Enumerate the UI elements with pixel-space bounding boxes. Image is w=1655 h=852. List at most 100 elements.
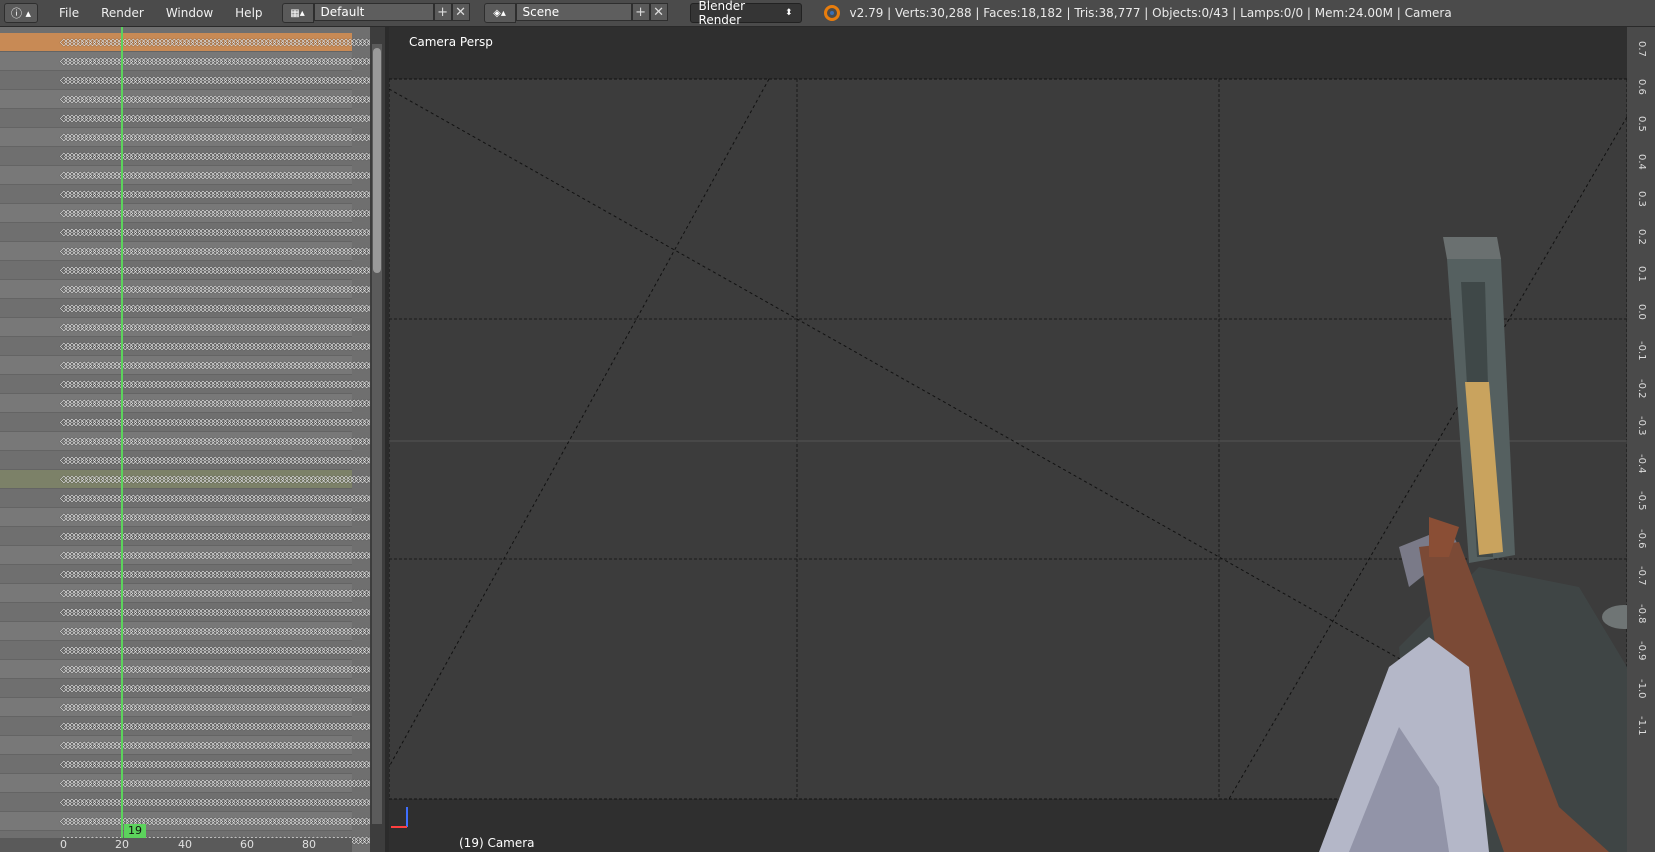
channel-row[interactable]: ◇◇◇◇◇◇◇◇◇◇◇◇◇◇◇◇◇◇◇◇◇◇◇◇◇◇◇◇◇◇◇◇◇◇◇◇◇◇◇◇… bbox=[0, 375, 370, 394]
channel-row[interactable]: ◇◇◇◇◇◇◇◇◇◇◇◇◇◇◇◇◇◇◇◇◇◇◇◇◇◇◇◇◇◇◇◇◇◇◇◇◇◇◇◇… bbox=[0, 432, 370, 451]
keyframes[interactable]: ◇◇◇◇◇◇◇◇◇◇◇◇◇◇◇◇◇◇◇◇◇◇◇◇◇◇◇◇◇◇◇◇◇◇◇◇◇◇◇◇… bbox=[60, 626, 370, 637]
keyframes[interactable]: ◇◇◇◇◇◇◇◇◇◇◇◇◇◇◇◇◇◇◇◇◇◇◇◇◇◇◇◇◇◇◇◇◇◇◇◇◇◇◇◇… bbox=[60, 607, 370, 618]
channel-row[interactable]: ◇◇◇◇◇◇◇◇◇◇◇◇◇◇◇◇◇◇◇◇◇◇◇◇◇◇◇◇◇◇◇◇◇◇◇◇◇◇◇◇… bbox=[0, 489, 370, 508]
layout-dropdown[interactable]: ▦▴ bbox=[281, 3, 314, 23]
channel-row[interactable]: ◇◇◇◇◇◇◇◇◇◇◇◇◇◇◇◇◇◇◇◇◇◇◇◇◇◇◇◇◇◇◇◇◇◇◇◇◇◇◇◇… bbox=[0, 71, 370, 90]
channel-row[interactable]: ◇◇◇◇◇◇◇◇◇◇◇◇◇◇◇◇◇◇◇◇◇◇◇◇◇◇◇◇◇◇◇◇◇◇◇◇◇◇◇◇… bbox=[0, 299, 370, 318]
keyframes[interactable]: ◇◇◇◇◇◇◇◇◇◇◇◇◇◇◇◇◇◇◇◇◇◇◇◇◇◇◇◇◇◇◇◇◇◇◇◇◇◇◇◇… bbox=[60, 569, 370, 580]
channel-row[interactable]: ◇◇◇◇◇◇◇◇◇◇◇◇◇◇◇◇◇◇◇◇◇◇◇◇◇◇◇◇◇◇◇◇◇◇◇◇◇◇◇◇… bbox=[0, 166, 370, 185]
keyframes[interactable]: ◇◇◇◇◇◇◇◇◇◇◇◇◇◇◇◇◇◇◇◇◇◇◇◇◇◇◇◇◇◇◇◇◇◇◇◇◇◇◇◇… bbox=[60, 170, 370, 181]
keyframes[interactable]: ◇◇◇◇◇◇◇◇◇◇◇◇◇◇◇◇◇◇◇◇◇◇◇◇◇◇◇◇◇◇◇◇◇◇◇◇◇◇◇◇… bbox=[60, 683, 370, 694]
channel-row[interactable]: ◇◇◇◇◇◇◇◇◇◇◇◇◇◇◇◇◇◇◇◇◇◇◇◇◇◇◇◇◇◇◇◇◇◇◇◇◇◇◇◇… bbox=[0, 242, 370, 261]
channel-row[interactable]: ◇◇◇◇◇◇◇◇◇◇◇◇◇◇◇◇◇◇◇◇◇◇◇◇◇◇◇◇◇◇◇◇◇◇◇◇◇◇◇◇… bbox=[0, 622, 370, 641]
add-scene-button[interactable]: + bbox=[631, 3, 650, 21]
channel-row[interactable]: ◇◇◇◇◇◇◇◇◇◇◇◇◇◇◇◇◇◇◇◇◇◇◇◇◇◇◇◇◇◇◇◇◇◇◇◇◇◇◇◇… bbox=[0, 109, 370, 128]
channel-row[interactable]: ◇◇◇◇◇◇◇◇◇◇◇◇◇◇◇◇◇◇◇◇◇◇◇◇◇◇◇◇◇◇◇◇◇◇◇◇◇◇◇◇… bbox=[0, 204, 370, 223]
keyframes[interactable]: ◇◇◇◇◇◇◇◇◇◇◇◇◇◇◇◇◇◇◇◇◇◇◇◇◇◇◇◇◇◇◇◇◇◇◇◇◇◇◇◇… bbox=[60, 778, 370, 789]
keyframes[interactable]: ◇◇◇◇◇◇◇◇◇◇◇◇◇◇◇◇◇◇◇◇◇◇◇◇◇◇◇◇◇◇◇◇◇◇◇◇◇◇◇◇… bbox=[60, 417, 370, 428]
channel-row[interactable]: ◇◇◇◇◇◇◇◇◇◇◇◇◇◇◇◇◇◇◇◇◇◇◇◇◇◇◇◇◇◇◇◇◇◇◇◇◇◇◇◇… bbox=[0, 527, 370, 546]
channel-row[interactable]: ◇◇◇◇◇◇◇◇◇◇◇◇◇◇◇◇◇◇◇◇◇◇◇◇◇◇◇◇◇◇◇◇◇◇◇◇◇◇◇◇… bbox=[0, 33, 370, 52]
keyframes[interactable]: ◇◇◇◇◇◇◇◇◇◇◇◇◇◇◇◇◇◇◇◇◇◇◇◇◇◇◇◇◇◇◇◇◇◇◇◇◇◇◇◇… bbox=[60, 56, 370, 67]
channel-row[interactable]: ◇◇◇◇◇◇◇◇◇◇◇◇◇◇◇◇◇◇◇◇◇◇◇◇◇◇◇◇◇◇◇◇◇◇◇◇◇◇◇◇… bbox=[0, 337, 370, 356]
keyframes[interactable]: ◇◇◇◇◇◇◇◇◇◇◇◇◇◇◇◇◇◇◇◇◇◇◇◇◇◇◇◇◇◇◇◇◇◇◇◇◇◇◇◇… bbox=[60, 151, 370, 162]
keyframes[interactable]: ◇◇◇◇◇◇◇◇◇◇◇◇◇◇◇◇◇◇◇◇◇◇◇◇◇◇◇◇◇◇◇◇◇◇◇◇◇◇◇◇… bbox=[60, 208, 370, 219]
channel-row[interactable]: ◇◇◇◇◇◇◇◇◇◇◇◇◇◇◇◇◇◇◇◇◇◇◇◇◇◇◇◇◇◇◇◇◇◇◇◇◇◇◇◇… bbox=[0, 774, 370, 793]
keyframes[interactable]: ◇◇◇◇◇◇◇◇◇◇◇◇◇◇◇◇◇◇◇◇◇◇◇◇◇◇◇◇◇◇◇◇◇◇◇◇◇◇◇◇… bbox=[60, 455, 370, 466]
add-layout-button[interactable]: + bbox=[433, 3, 452, 21]
channel-row[interactable]: ◇◇◇◇◇◇◇◇◇◇◇◇◇◇◇◇◇◇◇◇◇◇◇◇◇◇◇◇◇◇◇◇◇◇◇◇◇◇◇◇… bbox=[0, 755, 370, 774]
menu-file[interactable]: File bbox=[48, 6, 90, 20]
dopesheet-editor[interactable]: ◇◇◇◇◇◇◇◇◇◇◇◇◇◇◇◇◇◇◇◇◇◇◇◇◇◇◇◇◇◇◇◇◇◇◇◇◇◇◇◇… bbox=[0, 27, 370, 852]
delete-scene-button[interactable]: ✕ bbox=[649, 3, 668, 21]
channel-row[interactable]: ◇◇◇◇◇◇◇◇◇◇◇◇◇◇◇◇◇◇◇◇◇◇◇◇◇◇◇◇◇◇◇◇◇◇◇◇◇◇◇◇… bbox=[0, 128, 370, 147]
channel-row[interactable]: ◇◇◇◇◇◇◇◇◇◇◇◇◇◇◇◇◇◇◇◇◇◇◇◇◇◇◇◇◇◇◇◇◇◇◇◇◇◇◇◇… bbox=[0, 394, 370, 413]
channel-row[interactable]: ◇◇◇◇◇◇◇◇◇◇◇◇◇◇◇◇◇◇◇◇◇◇◇◇◇◇◇◇◇◇◇◇◇◇◇◇◇◇◇◇… bbox=[0, 584, 370, 603]
keyframes[interactable]: ◇◇◇◇◇◇◇◇◇◇◇◇◇◇◇◇◇◇◇◇◇◇◇◇◇◇◇◇◇◇◇◇◇◇◇◇◇◇◇◇… bbox=[60, 759, 370, 770]
keyframes[interactable]: ◇◇◇◇◇◇◇◇◇◇◇◇◇◇◇◇◇◇◇◇◇◇◇◇◇◇◇◇◇◇◇◇◇◇◇◇◇◇◇◇… bbox=[60, 265, 370, 276]
channel-row[interactable]: ◇◇◇◇◇◇◇◇◇◇◇◇◇◇◇◇◇◇◇◇◇◇◇◇◇◇◇◇◇◇◇◇◇◇◇◇◇◇◇◇… bbox=[0, 660, 370, 679]
keyframes[interactable]: ◇◇◇◇◇◇◇◇◇◇◇◇◇◇◇◇◇◇◇◇◇◇◇◇◇◇◇◇◇◇◇◇◇◇◇◇◇◇◇◇… bbox=[60, 721, 370, 732]
channel-row[interactable]: ◇◇◇◇◇◇◇◇◇◇◇◇◇◇◇◇◇◇◇◇◇◇◇◇◇◇◇◇◇◇◇◇◇◇◇◇◇◇◇◇… bbox=[0, 793, 370, 812]
channel-row[interactable]: ◇◇◇◇◇◇◇◇◇◇◇◇◇◇◇◇◇◇◇◇◇◇◇◇◇◇◇◇◇◇◇◇◇◇◇◇◇◇◇◇… bbox=[0, 52, 370, 71]
keyframes[interactable]: ◇◇◇◇◇◇◇◇◇◇◇◇◇◇◇◇◇◇◇◇◇◇◇◇◇◇◇◇◇◇◇◇◇◇◇◇◇◇◇◇… bbox=[60, 664, 370, 675]
keyframes[interactable]: ◇◇◇◇◇◇◇◇◇◇◇◇◇◇◇◇◇◇◇◇◇◇◇◇◇◇◇◇◇◇◇◇◇◇◇◇◇◇◇◇… bbox=[60, 75, 370, 86]
channel-row[interactable]: ◇◇◇◇◇◇◇◇◇◇◇◇◇◇◇◇◇◇◇◇◇◇◇◇◇◇◇◇◇◇◇◇◇◇◇◇◇◇◇◇… bbox=[0, 717, 370, 736]
keyframes[interactable]: ◇◇◇◇◇◇◇◇◇◇◇◇◇◇◇◇◇◇◇◇◇◇◇◇◇◇◇◇◇◇◇◇◇◇◇◇◇◇◇◇… bbox=[60, 740, 370, 751]
keyframes[interactable]: ◇◇◇◇◇◇◇◇◇◇◇◇◇◇◇◇◇◇◇◇◇◇◇◇◇◇◇◇◇◇◇◇◇◇◇◇◇◇◇◇… bbox=[60, 797, 370, 808]
keyframes[interactable]: ◇◇◇◇◇◇◇◇◇◇◇◇◇◇◇◇◇◇◇◇◇◇◇◇◇◇◇◇◇◇◇◇◇◇◇◇◇◇◇◇… bbox=[60, 588, 370, 599]
scene-dropdown[interactable]: ◈▴ bbox=[483, 3, 516, 23]
keyframes[interactable]: ◇◇◇◇◇◇◇◇◇◇◇◇◇◇◇◇◇◇◇◇◇◇◇◇◇◇◇◇◇◇◇◇◇◇◇◇◇◇◇◇… bbox=[60, 360, 370, 371]
3d-viewport[interactable]: Camera Persp (19) Camera bbox=[389, 27, 1627, 852]
menu-help[interactable]: Help bbox=[224, 6, 273, 20]
channel-row[interactable]: ◇◇◇◇◇◇◇◇◇◇◇◇◇◇◇◇◇◇◇◇◇◇◇◇◇◇◇◇◇◇◇◇◇◇◇◇◇◇◇◇… bbox=[0, 451, 370, 470]
delete-layout-button[interactable]: ✕ bbox=[451, 3, 470, 21]
playhead[interactable] bbox=[121, 27, 123, 842]
keyframes[interactable]: ◇◇◇◇◇◇◇◇◇◇◇◇◇◇◇◇◇◇◇◇◇◇◇◇◇◇◇◇◇◇◇◇◇◇◇◇◇◇◇◇… bbox=[60, 94, 370, 105]
keyframes[interactable]: ◇◇◇◇◇◇◇◇◇◇◇◇◇◇◇◇◇◇◇◇◇◇◇◇◇◇◇◇◇◇◇◇◇◇◇◇◇◇◇◇… bbox=[60, 816, 370, 827]
keyframes[interactable]: ◇◇◇◇◇◇◇◇◇◇◇◇◇◇◇◇◇◇◇◇◇◇◇◇◇◇◇◇◇◇◇◇◇◇◇◇◇◇◇◇… bbox=[60, 398, 370, 409]
channel-row[interactable]: ◇◇◇◇◇◇◇◇◇◇◇◇◇◇◇◇◇◇◇◇◇◇◇◇◇◇◇◇◇◇◇◇◇◇◇◇◇◇◇◇… bbox=[0, 508, 370, 527]
keyframes[interactable]: ◇◇◇◇◇◇◇◇◇◇◇◇◇◇◇◇◇◇◇◇◇◇◇◇◇◇◇◇◇◇◇◇◇◇◇◇◇◇◇◇… bbox=[60, 132, 370, 143]
channel-row[interactable]: ◇◇◇◇◇◇◇◇◇◇◇◇◇◇◇◇◇◇◇◇◇◇◇◇◇◇◇◇◇◇◇◇◇◇◇◇◇◇◇◇… bbox=[0, 90, 370, 109]
keyframes[interactable]: ◇◇◇◇◇◇◇◇◇◇◇◇◇◇◇◇◇◇◇◇◇◇◇◇◇◇◇◇◇◇◇◇◇◇◇◇◇◇◇◇… bbox=[60, 474, 370, 485]
channel-row[interactable]: ◇◇◇◇◇◇◇◇◇◇◇◇◇◇◇◇◇◇◇◇◇◇◇◇◇◇◇◇◇◇◇◇◇◇◇◇◇◇◇◇… bbox=[0, 812, 370, 831]
channel-row[interactable]: ◇◇◇◇◇◇◇◇◇◇◇◇◇◇◇◇◇◇◇◇◇◇◇◇◇◇◇◇◇◇◇◇◇◇◇◇◇◇◇◇… bbox=[0, 185, 370, 204]
keyframes[interactable]: ◇◇◇◇◇◇◇◇◇◇◇◇◇◇◇◇◇◇◇◇◇◇◇◇◇◇◇◇◇◇◇◇◇◇◇◇◇◇◇◇… bbox=[60, 379, 370, 390]
channel-row[interactable]: ◇◇◇◇◇◇◇◇◇◇◇◇◇◇◇◇◇◇◇◇◇◇◇◇◇◇◇◇◇◇◇◇◇◇◇◇◇◇◇◇… bbox=[0, 546, 370, 565]
scene-name-field[interactable]: Scene bbox=[515, 3, 632, 21]
keyframes[interactable]: ◇◇◇◇◇◇◇◇◇◇◇◇◇◇◇◇◇◇◇◇◇◇◇◇◇◇◇◇◇◇◇◇◇◇◇◇◇◇◇◇… bbox=[60, 550, 370, 561]
keyframes[interactable]: ◇◇◇◇◇◇◇◇◇◇◇◇◇◇◇◇◇◇◇◇◇◇◇◇◇◇◇◇◇◇◇◇◇◇◇◇◇◇◇◇… bbox=[60, 284, 370, 295]
channel-row[interactable]: ◇◇◇◇◇◇◇◇◇◇◇◇◇◇◇◇◇◇◇◇◇◇◇◇◇◇◇◇◇◇◇◇◇◇◇◇◇◇◇◇… bbox=[0, 470, 370, 489]
keyframes[interactable]: ◇◇◇◇◇◇◇◇◇◇◇◇◇◇◇◇◇◇◇◇◇◇◇◇◇◇◇◇◇◇◇◇◇◇◇◇◇◇◇◇… bbox=[60, 322, 370, 333]
keyframes[interactable]: ◇◇◇◇◇◇◇◇◇◇◇◇◇◇◇◇◇◇◇◇◇◇◇◇◇◇◇◇◇◇◇◇◇◇◇◇◇◇◇◇… bbox=[60, 113, 370, 124]
keyframes[interactable]: ◇◇◇◇◇◇◇◇◇◇◇◇◇◇◇◇◇◇◇◇◇◇◇◇◇◇◇◇◇◇◇◇◇◇◇◇◇◇◇◇… bbox=[60, 531, 370, 542]
layout-name-field[interactable]: Default bbox=[313, 3, 434, 21]
channel-row[interactable]: ◇◇◇◇◇◇◇◇◇◇◇◇◇◇◇◇◇◇◇◇◇◇◇◇◇◇◇◇◇◇◇◇◇◇◇◇◇◇◇◇… bbox=[0, 736, 370, 755]
channel-row[interactable]: ◇◇◇◇◇◇◇◇◇◇◇◇◇◇◇◇◇◇◇◇◇◇◇◇◇◇◇◇◇◇◇◇◇◇◇◇◇◇◇◇… bbox=[0, 641, 370, 660]
keyframes[interactable]: ◇◇◇◇◇◇◇◇◇◇◇◇◇◇◇◇◇◇◇◇◇◇◇◇◇◇◇◇◇◇◇◇◇◇◇◇◇◇◇◇… bbox=[60, 436, 370, 447]
keyframes[interactable]: ◇◇◇◇◇◇◇◇◇◇◇◇◇◇◇◇◇◇◇◇◇◇◇◇◇◇◇◇◇◇◇◇◇◇◇◇◇◇◇◇… bbox=[60, 246, 370, 257]
channel-row[interactable]: ◇◇◇◇◇◇◇◇◇◇◇◇◇◇◇◇◇◇◇◇◇◇◇◇◇◇◇◇◇◇◇◇◇◇◇◇◇◇◇◇… bbox=[0, 679, 370, 698]
channel-row[interactable]: ◇◇◇◇◇◇◇◇◇◇◇◇◇◇◇◇◇◇◇◇◇◇◇◇◇◇◇◇◇◇◇◇◇◇◇◇◇◇◇◇… bbox=[0, 413, 370, 432]
keyframes[interactable]: ◇◇◇◇◇◇◇◇◇◇◇◇◇◇◇◇◇◇◇◇◇◇◇◇◇◇◇◇◇◇◇◇◇◇◇◇◇◇◇◇… bbox=[60, 702, 370, 713]
frame-ruler[interactable]: 0 20 40 60 80 bbox=[0, 838, 352, 852]
dopesheet-scrollbar[interactable] bbox=[372, 44, 382, 824]
keyframes[interactable]: ◇◇◇◇◇◇◇◇◇◇◇◇◇◇◇◇◇◇◇◇◇◇◇◇◇◇◇◇◇◇◇◇◇◇◇◇◇◇◇◇… bbox=[60, 303, 370, 314]
menu-window[interactable]: Window bbox=[155, 6, 224, 20]
channel-row[interactable]: ◇◇◇◇◇◇◇◇◇◇◇◇◇◇◇◇◇◇◇◇◇◇◇◇◇◇◇◇◇◇◇◇◇◇◇◇◇◇◇◇… bbox=[0, 356, 370, 375]
menu-render[interactable]: Render bbox=[90, 6, 155, 20]
channel-row[interactable]: ◇◇◇◇◇◇◇◇◇◇◇◇◇◇◇◇◇◇◇◇◇◇◇◇◇◇◇◇◇◇◇◇◇◇◇◇◇◇◇◇… bbox=[0, 280, 370, 299]
channel-row[interactable]: ◇◇◇◇◇◇◇◇◇◇◇◇◇◇◇◇◇◇◇◇◇◇◇◇◇◇◇◇◇◇◇◇◇◇◇◇◇◇◇◇… bbox=[0, 147, 370, 166]
editor-type-button[interactable]: ⓘ ▴ bbox=[4, 3, 38, 23]
channel-row[interactable]: ◇◇◇◇◇◇◇◇◇◇◇◇◇◇◇◇◇◇◇◇◇◇◇◇◇◇◇◇◇◇◇◇◇◇◇◇◇◇◇◇… bbox=[0, 565, 370, 584]
keyframes[interactable]: ◇◇◇◇◇◇◇◇◇◇◇◇◇◇◇◇◇◇◇◇◇◇◇◇◇◇◇◇◇◇◇◇◇◇◇◇◇◇◇◇… bbox=[60, 37, 370, 48]
render-engine-dropdown[interactable]: Blender Render ⬍ bbox=[689, 0, 802, 27]
channel-row[interactable]: ◇◇◇◇◇◇◇◇◇◇◇◇◇◇◇◇◇◇◇◇◇◇◇◇◇◇◇◇◇◇◇◇◇◇◇◇◇◇◇◇… bbox=[0, 318, 370, 337]
channel-row[interactable]: ◇◇◇◇◇◇◇◇◇◇◇◇◇◇◇◇◇◇◇◇◇◇◇◇◇◇◇◇◇◇◇◇◇◇◇◇◇◇◇◇… bbox=[0, 603, 370, 622]
keyframes[interactable]: ◇◇◇◇◇◇◇◇◇◇◇◇◇◇◇◇◇◇◇◇◇◇◇◇◇◇◇◇◇◇◇◇◇◇◇◇◇◇◇◇… bbox=[60, 341, 370, 352]
keyframes[interactable]: ◇◇◇◇◇◇◇◇◇◇◇◇◇◇◇◇◇◇◇◇◇◇◇◇◇◇◇◇◇◇◇◇◇◇◇◇◇◇◇◇… bbox=[60, 227, 370, 238]
scrollbar-thumb[interactable] bbox=[373, 48, 381, 273]
keyframes[interactable]: ◇◇◇◇◇◇◇◇◇◇◇◇◇◇◇◇◇◇◇◇◇◇◇◇◇◇◇◇◇◇◇◇◇◇◇◇◇◇◇◇… bbox=[60, 189, 370, 200]
channel-row[interactable]: ◇◇◇◇◇◇◇◇◇◇◇◇◇◇◇◇◇◇◇◇◇◇◇◇◇◇◇◇◇◇◇◇◇◇◇◇◇◇◇◇… bbox=[0, 223, 370, 242]
channel-row[interactable]: ◇◇◇◇◇◇◇◇◇◇◇◇◇◇◇◇◇◇◇◇◇◇◇◇◇◇◇◇◇◇◇◇◇◇◇◇◇◇◇◇… bbox=[0, 261, 370, 280]
